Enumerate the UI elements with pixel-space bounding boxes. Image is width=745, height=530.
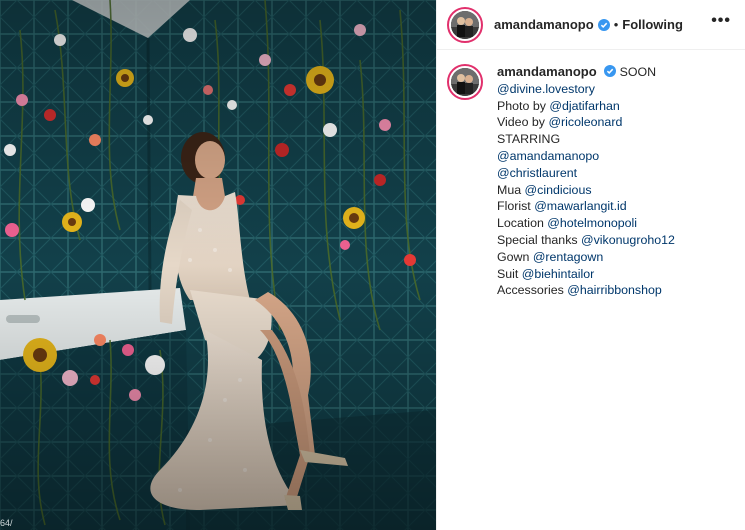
caption-line-text: STARRING	[497, 132, 561, 147]
caption-line-text: Gown	[497, 249, 533, 264]
caption-line: Location @hotelmonopoli	[497, 215, 675, 232]
header-separator: •	[613, 17, 619, 32]
mention-link[interactable]: @hairribbonshop	[567, 283, 662, 297]
avatar-image	[451, 68, 479, 96]
mention-link[interactable]: @ricoleonard	[548, 115, 622, 129]
caption-line: Video by @ricoleonard	[497, 114, 675, 131]
following-button[interactable]: Following	[622, 17, 683, 32]
mention-link[interactable]: @cindicious	[525, 183, 592, 197]
caption-line-text: Suit	[497, 266, 522, 281]
caption-line: Gown @rentagown	[497, 249, 675, 266]
verified-badge-icon	[604, 65, 617, 77]
caption-first-line: amandamanopo SOON	[497, 64, 675, 81]
caption-line-text: Accessories	[497, 283, 568, 298]
caption: amandamanopo SOON @divine.lovestory Photo…	[437, 50, 745, 299]
photo-scene	[0, 0, 436, 530]
mention-link[interactable]: @divine.lovestory	[497, 82, 595, 96]
caption-line: Mua @cindicious	[497, 182, 675, 199]
mention-link[interactable]: @rentagown	[533, 250, 603, 264]
caption-avatar[interactable]	[447, 64, 483, 100]
verified-badge-icon	[597, 18, 610, 31]
mention-link[interactable]: @biehintailor	[522, 267, 595, 281]
caption-line: @amandamanopo	[497, 148, 675, 165]
caption-line-text: Florist	[497, 199, 535, 214]
more-options-icon[interactable]: •••	[711, 12, 731, 30]
mention-link[interactable]: @djatifarhan	[549, 99, 619, 113]
mention-link[interactable]: @amandamanopo	[497, 149, 599, 163]
caption-line: Photo by @djatifarhan	[497, 98, 675, 115]
caption-line-text: Video by	[497, 115, 549, 130]
post-photo[interactable]: 64/	[0, 0, 436, 530]
caption-line: Florist @mawarlangit.id	[497, 198, 675, 215]
caption-line-text: Location	[497, 216, 548, 231]
mention-link[interactable]: @vikonugroho12	[581, 233, 675, 247]
caption-body: amandamanopo SOON @divine.lovestory Photo…	[497, 64, 675, 299]
caption-line: Suit @biehintailor	[497, 266, 675, 283]
caption-line-text: Photo by	[497, 98, 550, 113]
caption-line: @divine.lovestory	[497, 81, 675, 98]
caption-line: @christlaurent	[497, 165, 675, 182]
caption-line: Accessories @hairribbonshop	[497, 282, 675, 299]
header-username[interactable]: amandamanopo	[494, 17, 594, 32]
caption-username[interactable]: amandamanopo	[497, 64, 597, 79]
mention-link[interactable]: @hotelmonopoli	[547, 216, 637, 230]
caption-line: Special thanks @vikonugroho12	[497, 232, 675, 249]
caption-line-text: Special thanks	[497, 232, 582, 247]
photo-counter: 64/	[0, 518, 13, 528]
mention-link[interactable]: @mawarlangit.id	[534, 199, 626, 213]
header-avatar[interactable]	[447, 6, 483, 43]
post-header: amandamanopo • Following •••	[437, 0, 745, 50]
mention-link[interactable]: @christlaurent	[497, 166, 577, 180]
caption-first-text: SOON	[619, 65, 657, 79]
caption-line: STARRING	[497, 131, 675, 148]
avatar-image	[451, 10, 479, 39]
caption-line-text: Mua	[497, 182, 525, 197]
post-side-panel: amandamanopo • Following ••• amandamanop…	[436, 0, 745, 530]
caption-lines: @divine.lovestory Photo by @djatifarhan Vi…	[497, 81, 675, 299]
